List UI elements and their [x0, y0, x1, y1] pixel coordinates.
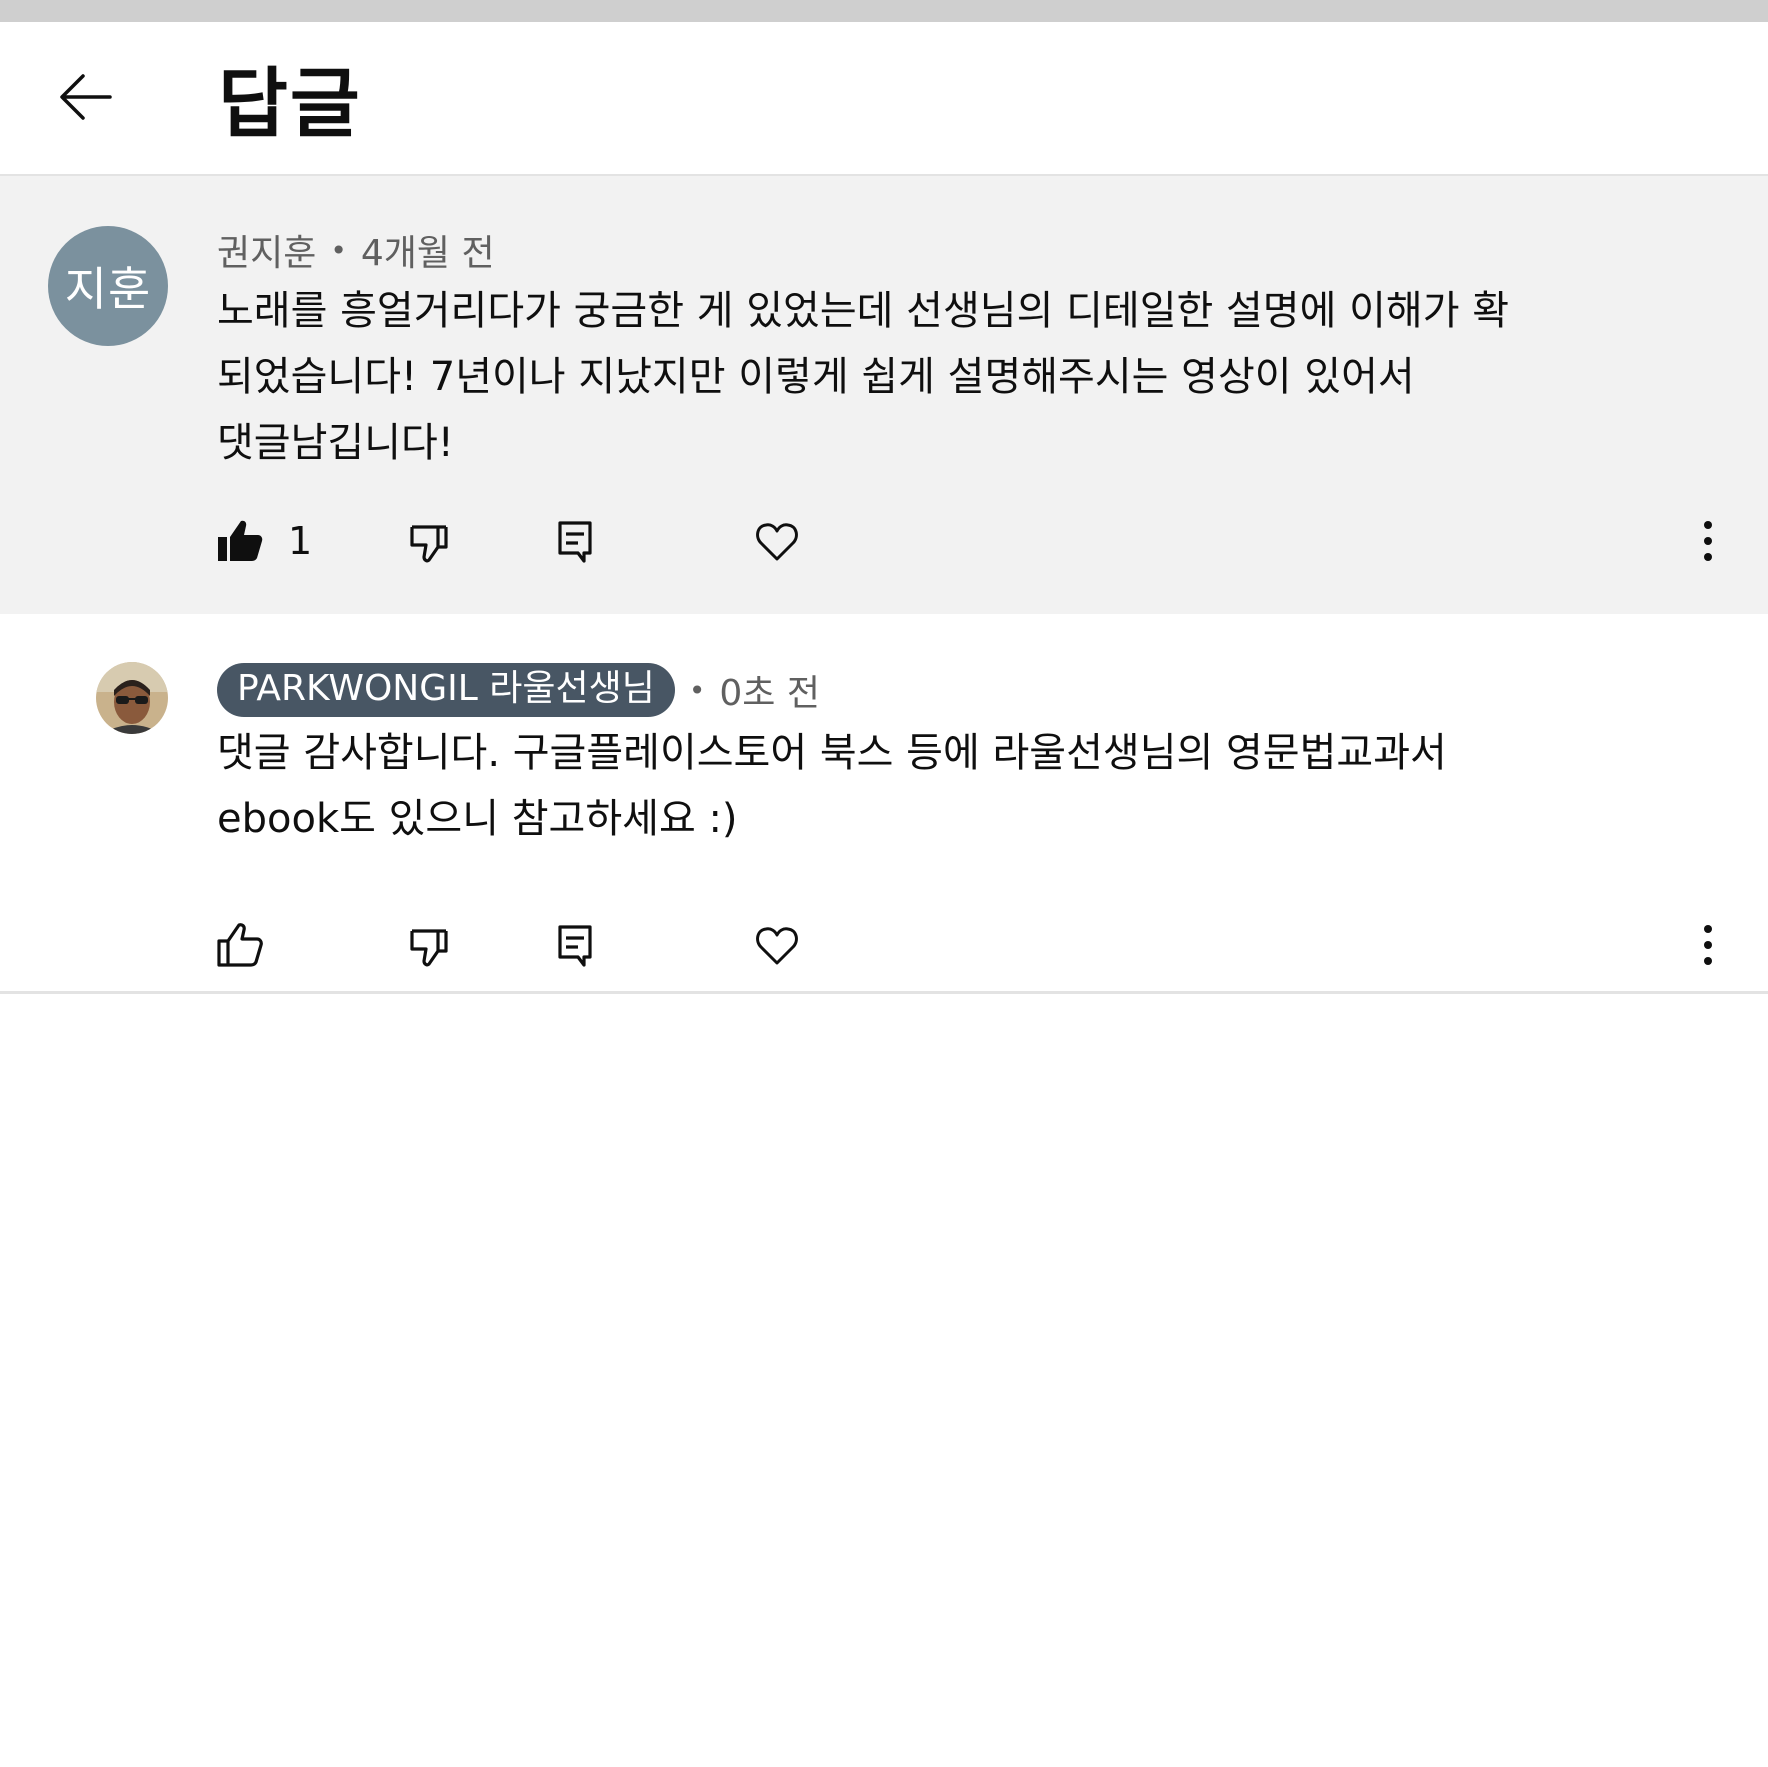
parent-comment: 지훈 권지훈 • 4개월 전 노래를 흥얼거리다가 궁금한 게 있었는데 선생님… [0, 176, 1768, 614]
like-button[interactable]: 1 [216, 506, 312, 576]
comment-text: 댓글 감사합니다. 구글플레이스토어 북스 등에 라울선생님의 영문법교과서 e… [217, 730, 1447, 842]
heart-icon [756, 523, 798, 561]
avatar[interactable]: 지훈 [48, 226, 168, 346]
reply-button[interactable] [556, 506, 596, 576]
reply-icon [558, 925, 592, 967]
like-count: 1 [288, 519, 313, 563]
back-arrow-icon [60, 74, 112, 120]
comment-text: 노래를 흥얼거리다가 궁금한 게 있었는데 선생님의 디테일한 설명에 이해가 … [217, 288, 1510, 466]
dislike-button[interactable] [408, 910, 456, 980]
avatar[interactable] [96, 662, 168, 734]
more-options-button[interactable] [1698, 910, 1718, 980]
comment-meta: PARKWONGIL 라울선생님 • 0초 전 [217, 662, 820, 718]
thumbs-up-outline-icon [217, 923, 263, 967]
thumbs-down-icon [410, 929, 448, 967]
comment-author[interactable]: 권지훈 [217, 224, 316, 276]
dislike-button[interactable] [408, 506, 456, 576]
page-title: 답글 [218, 59, 362, 148]
profile-photo-icon [96, 662, 168, 734]
comment-actions: 1 [0, 506, 1768, 576]
back-button[interactable] [50, 62, 120, 132]
more-vertical-icon [1704, 925, 1712, 965]
creator-author-badge[interactable]: PARKWONGIL 라울선생님 [217, 663, 675, 717]
reply-button[interactable] [556, 910, 596, 980]
heart-button[interactable] [754, 910, 800, 980]
more-vertical-icon [1704, 521, 1712, 561]
reply-icon [558, 521, 592, 563]
heart-icon [756, 927, 798, 965]
reply-comment: PARKWONGIL 라울선생님 • 0초 전 댓글 감사합니다. 구글플레이스… [0, 614, 1768, 994]
heart-button[interactable] [754, 506, 800, 576]
avatar-initials: 지훈 [64, 262, 152, 316]
thumbs-down-icon [410, 525, 448, 563]
like-button[interactable] [216, 910, 264, 980]
more-options-button[interactable] [1698, 506, 1718, 576]
comment-meta: 권지훈 • 4개월 전 [217, 222, 495, 278]
status-bar [0, 0, 1768, 22]
top-app-bar: 답글 [0, 22, 1768, 176]
comment-actions [0, 910, 1768, 980]
thumbs-up-filled-icon [218, 520, 263, 561]
comment-time: 4개월 전 [360, 233, 495, 274]
comment-time: 0초 전 [719, 673, 820, 714]
meta-separator: • [688, 673, 706, 707]
meta-separator: • [330, 233, 347, 267]
